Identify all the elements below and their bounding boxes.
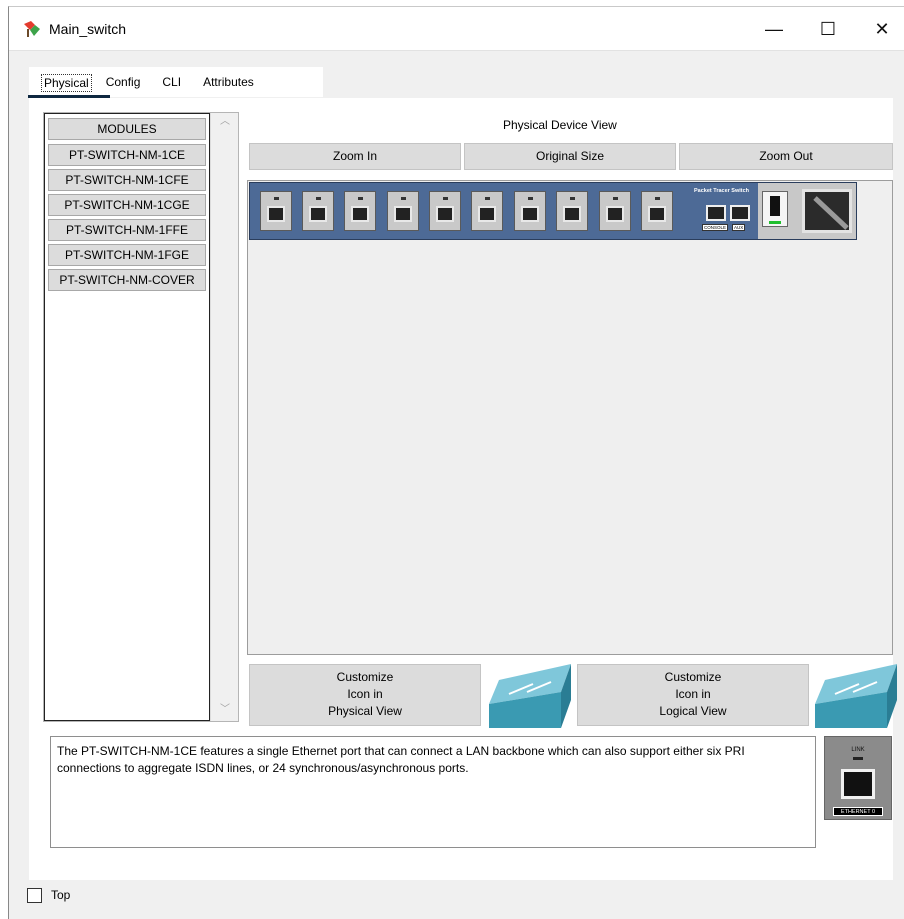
device-brand-label: Packet Tracer Switch xyxy=(694,188,750,194)
module-item[interactable]: PT-SWITCH-NM-1CGE xyxy=(48,194,206,216)
ethernet-port-icon[interactable] xyxy=(641,191,673,231)
dialog-window: Main_switch — ☐ ✕ Physical Config CLI At… xyxy=(8,6,904,919)
tab-bar: Physical Config CLI Attributes xyxy=(29,67,323,97)
button-line: Icon in xyxy=(675,687,711,701)
modules-list: MODULES PT-SWITCH-NM-1CE PT-SWITCH-NM-1C… xyxy=(44,113,210,721)
ethernet-port-icon[interactable] xyxy=(556,191,588,231)
module-item[interactable]: PT-SWITCH-NM-1CFE xyxy=(48,169,206,191)
module-item[interactable]: PT-SWITCH-NM-1FGE xyxy=(48,244,206,266)
minimize-button[interactable]: — xyxy=(751,7,797,51)
button-line: Logical View xyxy=(659,704,727,718)
close-button[interactable]: ✕ xyxy=(859,7,904,51)
ethernet-port-label: ETHERNET 0 xyxy=(833,807,883,816)
top-checkbox[interactable] xyxy=(27,888,42,903)
physical-device-viewport[interactable]: Packet Tracer Switch CONSOLE AUX xyxy=(247,180,893,655)
switch-device-image: Packet Tracer Switch CONSOLE AUX xyxy=(249,182,857,240)
module-preview-image: LINK ETHERNET 0 xyxy=(824,736,892,820)
physical-tab-content: MODULES PT-SWITCH-NM-1CE PT-SWITCH-NM-1C… xyxy=(29,98,897,880)
module-item[interactable]: PT-SWITCH-NM-1FFE xyxy=(48,219,206,241)
ethernet-port-icon[interactable] xyxy=(599,191,631,231)
aux-port-label: AUX xyxy=(732,224,746,231)
ethernet-port-icon[interactable] xyxy=(260,191,292,231)
ethernet-port-icon[interactable] xyxy=(471,191,503,231)
ethernet-port-icon[interactable] xyxy=(514,191,546,231)
ethernet-port-icon[interactable] xyxy=(344,191,376,231)
ethernet-port-icon[interactable] xyxy=(387,191,419,231)
tab-config[interactable]: Config xyxy=(98,74,149,92)
switch-chassis-panel: Packet Tracer Switch CONSOLE AUX xyxy=(688,183,856,239)
switch-physical-icon xyxy=(489,664,571,728)
modules-list-container: MODULES PT-SWITCH-NM-1CE PT-SWITCH-NM-1C… xyxy=(43,112,239,722)
packet-tracer-app-icon xyxy=(24,21,40,37)
tab-physical[interactable]: Physical xyxy=(41,74,92,92)
switch-logical-icon xyxy=(815,664,897,728)
button-line: Physical View xyxy=(328,704,402,718)
modules-scrollbar[interactable]: ︿ ﹀ xyxy=(210,113,238,721)
link-label: LINK xyxy=(851,747,865,753)
button-line: Customize xyxy=(336,670,394,684)
scroll-down-icon[interactable]: ﹀ xyxy=(211,701,239,719)
modules-header: MODULES xyxy=(48,118,206,140)
zoom-in-button[interactable]: Zoom In xyxy=(249,143,461,170)
tab-cli[interactable]: CLI xyxy=(154,74,189,92)
button-line: Customize xyxy=(664,670,722,684)
customize-logical-icon-button[interactable]: Customize Icon in Logical View xyxy=(577,664,809,726)
title-bar: Main_switch — ☐ ✕ xyxy=(9,7,904,51)
ethernet-port-icon[interactable] xyxy=(429,191,461,231)
module-description: The PT-SWITCH-NM-1CE features a single E… xyxy=(50,736,816,848)
power-supply-icon[interactable] xyxy=(802,189,852,233)
button-line: Icon in xyxy=(347,687,383,701)
top-checkbox-label: Top xyxy=(51,888,71,902)
ethernet-port-icon[interactable] xyxy=(302,191,334,231)
scroll-up-icon[interactable]: ︿ xyxy=(211,113,239,131)
ethernet-port-icon xyxy=(841,769,875,799)
maximize-button[interactable]: ☐ xyxy=(805,7,851,51)
original-size-button[interactable]: Original Size xyxy=(464,143,676,170)
window-title: Main_switch xyxy=(49,21,127,37)
physical-device-view-label: Physical Device View xyxy=(503,118,617,132)
module-item[interactable]: PT-SWITCH-NM-1CE xyxy=(48,144,206,166)
customize-physical-icon-button[interactable]: Customize Icon in Physical View xyxy=(249,664,481,726)
tab-attributes[interactable]: Attributes xyxy=(195,74,262,92)
console-port-label: CONSOLE xyxy=(702,224,729,231)
link-led-icon xyxy=(853,757,863,760)
aux-port-icon[interactable] xyxy=(730,205,750,221)
module-item[interactable]: PT-SWITCH-NM-COVER xyxy=(48,269,206,291)
power-switch-icon[interactable] xyxy=(762,191,788,227)
zoom-out-button[interactable]: Zoom Out xyxy=(679,143,893,170)
console-port-icon[interactable] xyxy=(706,205,726,221)
